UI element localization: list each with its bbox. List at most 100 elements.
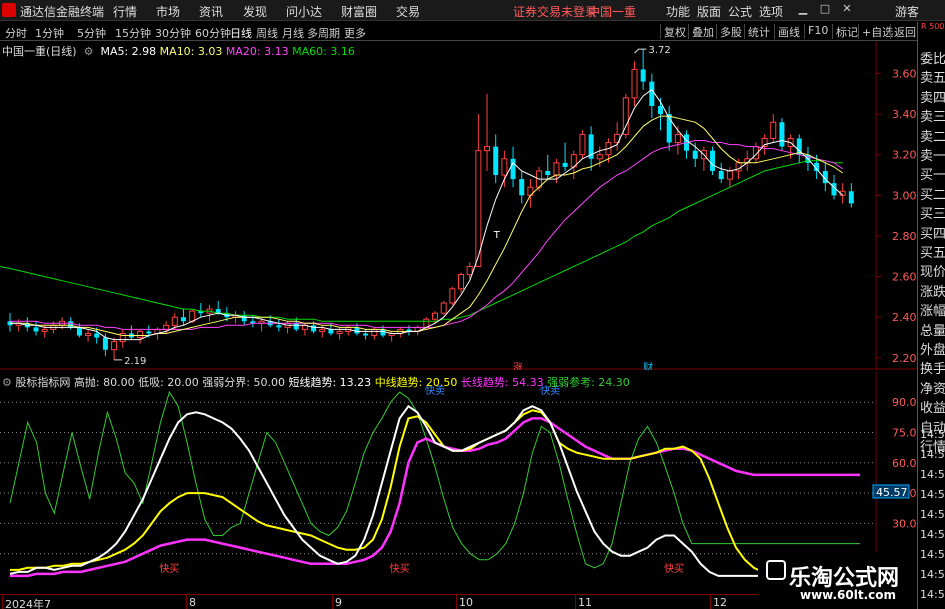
main-legend: 中国一重(日线) ⚙ MA5: 2.98 MA10: 3.03 MA20: 3.… — [2, 43, 355, 59]
menu-trade[interactable]: 交易 — [396, 3, 420, 20]
watermark-url: www.60lt.com — [800, 588, 897, 602]
candle-body — [363, 333, 369, 336]
period-more[interactable]: 更多 — [344, 25, 366, 41]
price-tick-label: 3.00 — [892, 189, 917, 202]
period-multi[interactable]: 多周期 — [307, 25, 340, 41]
r500-badge[interactable]: R 500 — [921, 23, 944, 31]
candle-body — [458, 274, 465, 290]
menu-news[interactable]: 资讯 — [199, 3, 223, 20]
candle-body — [137, 330, 144, 339]
side-panel-item[interactable]: 买五 — [920, 242, 945, 261]
side-panel-item[interactable]: 14:56 — [920, 548, 945, 561]
ind-strength-line: 强弱分界: 50.00 — [202, 376, 285, 389]
time-axis-label: 9 — [335, 596, 342, 609]
menu-market[interactable]: 行情 — [113, 3, 137, 20]
side-panel-item[interactable]: 买三 — [920, 203, 945, 222]
side-panel-item[interactable]: 涨幅 — [920, 300, 945, 319]
mark-button[interactable]: 标记 — [832, 24, 861, 39]
side-panel-item[interactable]: 14:56 — [920, 588, 945, 601]
side-panel-item[interactable]: 收益 — [920, 397, 945, 416]
side-panel-item[interactable]: 卖四 — [920, 87, 945, 106]
time-axis-label: 10 — [459, 596, 473, 609]
minimize-icon[interactable]: ▁ — [796, 2, 810, 16]
ind-mid-trend: 中线趋势: 20.50 — [374, 376, 458, 389]
high-price-label: 3.72 — [648, 45, 670, 56]
menu-formula[interactable]: 公式 — [728, 3, 752, 20]
finance-mark: 财 — [643, 361, 653, 370]
candle-body — [519, 179, 525, 196]
close-icon[interactable]: ✕ — [840, 2, 854, 16]
side-panel-item[interactable]: 总量 — [920, 320, 945, 339]
candle-body — [449, 288, 456, 304]
multi-stock-button[interactable]: 多股 — [716, 24, 745, 39]
side-panel-item[interactable]: 14:56 — [920, 568, 945, 581]
draw-line-button[interactable]: 画线 — [774, 24, 803, 39]
period-5min[interactable]: 5分钟 — [77, 25, 106, 41]
limit-up-mark: 涨 — [513, 362, 523, 370]
side-panel-item[interactable]: 卖五 — [920, 67, 945, 86]
candle-body — [319, 328, 326, 332]
ind-long-trend: 长线趋势: 54.33 — [460, 376, 544, 389]
period-minute-chart[interactable]: 分时 — [5, 25, 27, 41]
period-daily[interactable]: 日线 — [230, 25, 252, 41]
login-warning[interactable]: 证券交易未登录 — [513, 3, 597, 20]
overlay-button[interactable]: 叠加 — [688, 24, 717, 39]
stock-chart-name: 中国一重(日线) — [2, 45, 77, 58]
kline-chart[interactable]: 3.60 3.40 3.20 3.00 2.80 2.60 2.40 2.20 3.72 2.19… — [0, 41, 917, 370]
app-window: 通达信金融终端 行情 市场 资讯 发现 问小达 财富圈 交易 证券交易未登录 中… — [0, 0, 945, 609]
settings-gear-icon[interactable]: ⚙ — [80, 45, 97, 58]
side-panel-item[interactable]: 净资 — [920, 378, 945, 397]
candle-body — [171, 316, 178, 326]
time-axis-tick — [186, 595, 187, 609]
candle-body — [163, 324, 170, 330]
maximize-icon[interactable]: □ — [818, 2, 832, 16]
guest-label[interactable]: 游客 — [895, 3, 919, 20]
side-panel-item[interactable]: 买二 — [920, 184, 945, 203]
period-monthly[interactable]: 月线 — [282, 25, 304, 41]
fast-buy-label: 快买 — [664, 563, 684, 575]
price-tick-label: 3.40 — [892, 108, 917, 121]
candle-body — [85, 332, 92, 336]
period-30min[interactable]: 30分钟 — [155, 25, 191, 41]
side-panel-item[interactable]: 14:56 — [920, 428, 945, 441]
period-60min[interactable]: 60分钟 — [195, 25, 231, 41]
menu-discover[interactable]: 发现 — [243, 3, 267, 20]
back-button[interactable]: 返回 — [890, 24, 919, 39]
menu-exchange[interactable]: 市场 — [156, 3, 180, 20]
menu-options[interactable]: 选项 — [759, 3, 783, 20]
indicator-gear-icon[interactable]: ⚙ — [2, 376, 12, 389]
side-panel-item[interactable]: 14:56 — [920, 488, 945, 501]
side-panel-item[interactable]: 外盘 — [920, 339, 945, 358]
side-panel-item[interactable]: 卖三 — [920, 106, 945, 125]
time-axis-tick — [332, 595, 333, 609]
stats-button[interactable]: 统计 — [744, 24, 773, 39]
ind-low-buy: 低吸: 20.00 — [138, 376, 199, 389]
candle-body — [718, 170, 724, 180]
menu-wealth[interactable]: 财富圈 — [341, 3, 377, 20]
period-15min[interactable]: 15分钟 — [115, 25, 151, 41]
side-panel-item[interactable]: 买四 — [920, 223, 945, 242]
side-panel-item[interactable]: 14:56 — [920, 448, 945, 461]
side-panel-item[interactable]: 委比 — [920, 48, 945, 67]
side-panel-item[interactable]: 涨跌 — [920, 281, 945, 300]
f10-button[interactable]: F10 — [804, 24, 831, 39]
side-panel-item[interactable]: 卖二 — [920, 126, 945, 145]
period-weekly[interactable]: 周线 — [256, 25, 278, 41]
menu-layout[interactable]: 版面 — [697, 3, 721, 20]
side-panel-item[interactable]: 14:56 — [920, 528, 945, 541]
side-panel-item[interactable]: 14:56 — [920, 468, 945, 481]
ma60-label: MA60: 3.16 — [292, 45, 355, 58]
menu-ask[interactable]: 问小达 — [286, 3, 322, 20]
adjust-button[interactable]: 复权 — [660, 24, 689, 39]
side-panel-item[interactable]: 卖一 — [920, 145, 945, 164]
period-1min[interactable]: 1分钟 — [35, 25, 64, 41]
menu-function[interactable]: 功能 — [666, 3, 690, 20]
side-panel-item[interactable]: 买一 — [920, 164, 945, 183]
side-panel-item[interactable]: 现价 — [920, 261, 945, 280]
ind-tick-label: 60.00 — [892, 457, 917, 470]
side-panel-item[interactable]: 换手 — [920, 358, 945, 377]
price-tick-label: 2.20 — [892, 352, 917, 365]
app-logo-icon — [2, 3, 16, 17]
side-panel-item[interactable]: 14:56 — [920, 508, 945, 521]
candle-body — [848, 191, 854, 204]
